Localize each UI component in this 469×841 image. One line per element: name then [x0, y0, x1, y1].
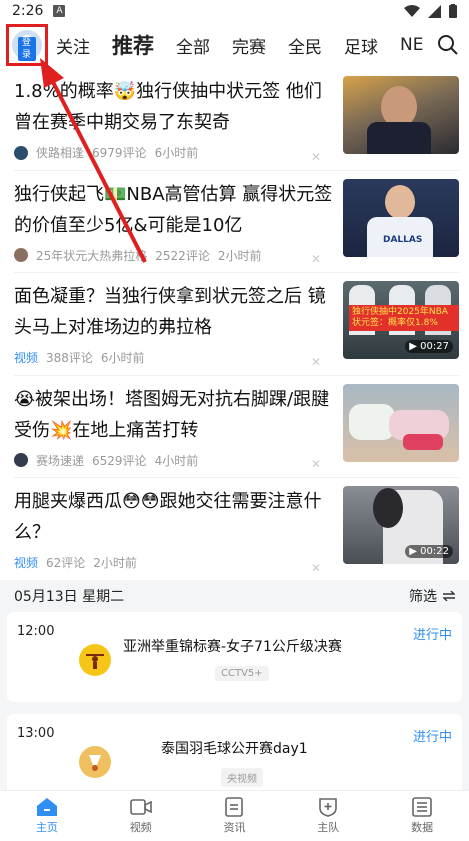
news-comments: 62评论 [46, 556, 86, 570]
news-source: 25年状元大热弗拉格 [36, 248, 148, 263]
tab-follow[interactable]: 关注 [56, 33, 90, 58]
close-icon[interactable]: ✕ [311, 457, 321, 471]
close-icon[interactable]: ✕ [311, 150, 321, 164]
nav-home[interactable]: 主页 [0, 791, 94, 841]
nav-data[interactable]: 数据 [375, 791, 469, 841]
nav-news-label: 资讯 [223, 821, 246, 834]
filter-label: 筛选 [409, 589, 437, 605]
news-comments: 388评论 [46, 351, 93, 365]
tab-finished[interactable]: 完赛 [232, 33, 266, 58]
news-thumbnail [343, 383, 459, 462]
news-item[interactable]: 1.8%的概率🤯独行侠抽中状元签 他们曾在赛季中期交易了东契奇 侠路相逢 697… [14, 68, 459, 171]
source-avatar-icon [14, 145, 28, 160]
news-item[interactable]: 😭被架出场！塔图姆无对抗右脚踝/跟腱受伤💥在地上痛苦打转 赛场速递 6529评论… [14, 376, 459, 478]
news-source: 赛场速递 [36, 453, 85, 468]
match-name: 亚洲举重锦标赛-女子71公斤级决赛 [123, 639, 342, 655]
match-status: 进行中 [412, 628, 452, 643]
news-item[interactable]: 面色凝重？当独行侠拿到状元签之后 镜头马上对准场边的弗拉格 视频 388评论 6… [14, 273, 459, 376]
video-icon [129, 799, 152, 815]
nav-data-label: 数据 [411, 821, 434, 834]
tab-nba[interactable]: NE [400, 35, 423, 55]
tab-community[interactable]: 全民 [288, 33, 322, 58]
news-time: 2小时前 [217, 248, 262, 263]
news-item[interactable]: 独行侠起飞💵NBA高管估算 赢得状元签的价值至少5亿&可能是10亿 25年状元大… [14, 171, 459, 273]
home-icon [36, 798, 57, 816]
news-time: 4小时前 [154, 453, 199, 468]
news-item[interactable]: 用腿夹爆西瓜😳😳跟她交往需要注意什么？ 视频 62评论 2小时前 ✕ ▶ 00:… [14, 478, 459, 581]
tab-all[interactable]: 全部 [176, 33, 210, 58]
nav-team-label: 主队 [317, 821, 340, 834]
battery-icon [449, 4, 457, 18]
weightlifting-icon [79, 644, 111, 676]
video-duration: ▶ 00:27 [405, 340, 453, 353]
nav-home-label: 主页 [35, 821, 58, 834]
news-time: 2小时前 [93, 556, 137, 570]
tab-football[interactable]: 足球 [344, 33, 378, 58]
login-label: 登录 [18, 37, 36, 61]
top-nav: 登录 关注 推荐 全部 完赛 全民 足球 NE [0, 22, 469, 68]
filter-button[interactable]: 筛选 [409, 586, 455, 606]
news-time: 6小时前 [100, 351, 145, 365]
shield-icon [319, 798, 338, 817]
news-comments: 6979评论 [92, 146, 147, 160]
badminton-icon [79, 746, 111, 778]
document-icon [225, 797, 244, 817]
match-channel: CCTV5+ [215, 666, 269, 681]
news-title: 独行侠起飞💵NBA高管估算 赢得状元签的价值至少5亿&可能是10亿 [14, 183, 333, 236]
match-card[interactable]: 12:00 进行中 亚洲举重锦标赛-女子71公斤级决赛 CCTV5+ [7, 612, 462, 702]
video-tag: 视频 [14, 351, 39, 365]
close-icon[interactable]: ✕ [311, 355, 321, 369]
thumbnail-banner: 独行侠抽中2025年NBA状元签：概率仅1.8% [349, 305, 459, 331]
video-duration: ▶ 00:22 [405, 545, 453, 558]
source-avatar-icon [14, 248, 28, 262]
match-time: 13:00 [17, 726, 55, 741]
search-icon [438, 35, 458, 55]
bottom-nav: 主页 视频 资讯 主队 数据 [0, 790, 469, 841]
news-source: 侠路相逢 [36, 146, 85, 160]
news-title: 用腿夹爆西瓜😳😳跟她交往需要注意什么？ [14, 491, 322, 543]
data-list-icon [412, 797, 432, 817]
status-right [404, 4, 457, 18]
close-icon[interactable]: ✕ [311, 561, 321, 575]
news-comments: 6529评论 [92, 453, 147, 468]
news-feed: 1.8%的概率🤯独行侠抽中状元签 他们曾在赛季中期交易了东契奇 侠路相逢 697… [0, 68, 469, 581]
nav-news[interactable]: 资讯 [188, 791, 282, 841]
match-status: 进行中 [412, 730, 452, 745]
search-button[interactable] [433, 30, 463, 60]
status-time: 2:26 [12, 3, 44, 19]
swap-icon [443, 591, 455, 601]
schedule-header: 05月13日 星期二 筛选 [0, 580, 469, 612]
channel-tabs: 关注 推荐 全部 完赛 全民 足球 NE [56, 30, 469, 60]
match-time: 12:00 [17, 624, 55, 639]
source-avatar-icon [14, 453, 28, 467]
news-thumbnail [343, 76, 459, 154]
signal-icon [428, 4, 441, 18]
news-thumbnail: DALLAS [343, 178, 459, 257]
nav-video-label: 视频 [129, 821, 152, 834]
match-channel: 央视频 [221, 768, 263, 787]
nav-team[interactable]: 主队 [281, 791, 375, 841]
status-bar: 2:26 A [0, 0, 469, 22]
news-thumbnail: ▶ 00:22 [343, 486, 459, 564]
video-tag: 视频 [14, 556, 39, 570]
nav-video[interactable]: 视频 [94, 791, 188, 841]
wifi-icon [404, 5, 420, 17]
schedule-date: 05月13日 星期二 [14, 589, 125, 605]
login-avatar-button[interactable]: 登录 [6, 24, 48, 66]
sim-icon: A [53, 5, 66, 17]
news-thumbnail: 独行侠抽中2025年NBA状元签：概率仅1.8% ▶ 00:27 [343, 281, 459, 359]
news-time: 6小时前 [154, 146, 199, 160]
close-icon[interactable]: ✕ [311, 252, 321, 266]
schedule-section: 05月13日 星期二 筛选 12:00 进行中 亚洲举重锦标赛-女子71公斤级决… [0, 580, 469, 804]
match-name: 泰国羽毛球公开赛day1 [161, 741, 308, 757]
news-title: 😭被架出场！塔图姆无对抗右脚踝/跟腱受伤💥在地上痛苦打转 [14, 388, 330, 441]
news-title: 1.8%的概率🤯独行侠抽中状元签 他们曾在赛季中期交易了东契奇 [14, 81, 322, 133]
tab-recommend[interactable]: 推荐 [112, 30, 154, 60]
news-title: 面色凝重？当独行侠拿到状元签之后 镜头马上对准场边的弗拉格 [14, 286, 326, 338]
news-comments: 2522评论 [155, 248, 210, 263]
